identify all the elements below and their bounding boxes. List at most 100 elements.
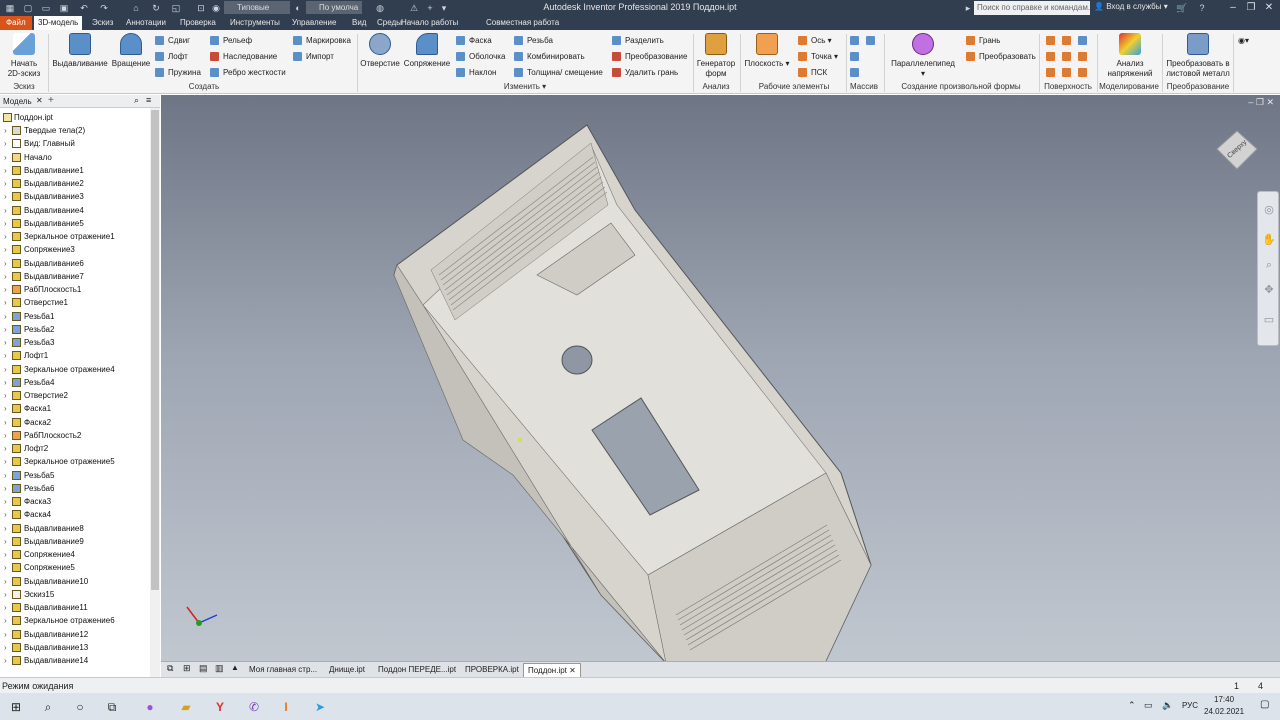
expand-arrow-icon[interactable]: › (4, 455, 7, 468)
tab-collaborate[interactable]: Совместная работа (482, 16, 563, 30)
panel-label-modify[interactable]: Изменить ▾ (360, 81, 690, 93)
surface-tool-8[interactable] (1062, 67, 1072, 79)
surface-tool-9[interactable] (1078, 67, 1088, 79)
rib-button[interactable]: Ребро жесткости (210, 67, 286, 79)
network-icon[interactable]: ▭ (1144, 700, 1153, 711)
clock-time[interactable]: 17:40 (1214, 695, 1234, 704)
cascade-icon[interactable]: ▤ (199, 663, 208, 674)
expand-arrow-icon[interactable]: › (4, 204, 7, 217)
expand-arrow-icon[interactable]: › (4, 654, 7, 667)
tile-vertical-icon[interactable]: ⧉ (167, 663, 173, 674)
expand-arrow-icon[interactable]: › (4, 363, 7, 376)
expand-arrow-icon[interactable]: › (4, 151, 7, 164)
tab-file[interactable]: Файл (0, 16, 32, 30)
close-icon[interactable]: ✕ (1262, 1, 1276, 15)
axis-button[interactable]: Ось ▾ (798, 35, 832, 47)
telegram-icon[interactable]: ➤ (310, 697, 330, 717)
notifications-icon[interactable]: ▢ (1260, 699, 1269, 710)
cart-icon[interactable]: 🛒 (1176, 1, 1188, 15)
viber-icon[interactable]: ✆ (244, 697, 264, 717)
sweep-button[interactable]: Сдвиг (155, 35, 190, 47)
language-indicator[interactable]: РУС (1182, 701, 1198, 710)
expand-arrow-icon[interactable]: › (4, 389, 7, 402)
menu-icon[interactable]: ≡ (146, 95, 151, 105)
search-icon[interactable]: ⌕ (38, 697, 58, 717)
graphics-viewport[interactable]: Сверху ◎ ✋ ⌕ ✥ ▭ – ❐ ✕ (161, 95, 1280, 677)
derive-button[interactable]: Наследование (210, 51, 277, 63)
expand-arrow-icon[interactable]: › (4, 137, 7, 150)
surface-tool-4[interactable] (1046, 51, 1056, 63)
expand-arrow-icon[interactable]: › (4, 495, 7, 508)
draft-button[interactable]: Наклон (456, 67, 496, 79)
help-icon[interactable]: ? (1196, 1, 1208, 15)
rect-pattern-button[interactable] (850, 35, 860, 47)
windows-start-icon[interactable]: ⊞ (6, 697, 26, 717)
convert-sheet-metal-button[interactable]: Преобразовать в листовой металл (1164, 33, 1232, 79)
tray-chevron-up-icon[interactable]: ⌃ (1128, 700, 1136, 711)
expand-arrow-icon[interactable]: › (4, 283, 7, 296)
surface-tool-5[interactable] (1062, 51, 1072, 63)
expand-arrow-icon[interactable]: › (4, 535, 7, 548)
expand-arrow-icon[interactable]: › (4, 270, 7, 283)
expand-arrow-icon[interactable]: › (4, 416, 7, 429)
expand-arrow-icon[interactable]: › (4, 588, 7, 601)
expand-arrow-icon[interactable]: › (4, 177, 7, 190)
cortana-icon[interactable]: ○ (70, 697, 90, 717)
hole-button[interactable]: Отверстие (360, 33, 400, 69)
surface-tool-2[interactable] (1062, 35, 1072, 47)
task-view-icon[interactable]: ⧉ (102, 697, 122, 717)
restore-icon[interactable]: ❐ (1244, 1, 1258, 15)
tab-annotate[interactable]: Аннотации (122, 16, 170, 30)
stress-analysis-button[interactable]: Анализ напряжений (1100, 33, 1160, 79)
clock-date[interactable]: 24.02.2021 (1204, 707, 1244, 716)
tab-view[interactable]: Вид (348, 16, 370, 30)
surface-tool-3[interactable] (1078, 35, 1088, 47)
thicken-button[interactable]: Толщина/ смещение (514, 67, 603, 79)
expand-arrow-icon[interactable]: › (4, 217, 7, 230)
emboss-button[interactable]: Рельеф (210, 35, 252, 47)
help-search-input[interactable]: Поиск по справке и командам... (974, 1, 1090, 15)
expand-arrow-icon[interactable]: › (4, 429, 7, 442)
tab-3d-model[interactable]: 3D-модель (34, 16, 83, 30)
thread-button[interactable]: Резьба (514, 35, 553, 47)
expand-arrow-icon[interactable]: › (4, 548, 7, 561)
expand-arrow-icon[interactable]: › (4, 230, 7, 243)
expand-arrow-icon[interactable]: › (4, 469, 7, 482)
browser-tab-model[interactable]: Модель (3, 97, 32, 106)
ribbon-options-button[interactable]: ◉▾ (1238, 35, 1249, 47)
chamfer-button[interactable]: Фаска (456, 35, 492, 47)
expand-arrow-icon[interactable]: › (4, 442, 7, 455)
steering-wheel-icon[interactable]: ◎ (1261, 202, 1277, 218)
app-icon-purple[interactable]: ● (140, 697, 160, 717)
surface-tool-7[interactable] (1046, 67, 1056, 79)
viewport-window-controls[interactable]: – ❐ ✕ (1248, 97, 1274, 108)
shell-button[interactable]: Оболочка (456, 51, 505, 63)
tab-manage[interactable]: Управление (288, 16, 340, 30)
zoom-icon[interactable]: ⌕ (1261, 257, 1277, 273)
tree-scrollbar-thumb[interactable] (151, 110, 159, 590)
close-icon[interactable]: ✕ (36, 96, 43, 105)
chevron-up-icon[interactable]: ▲ (231, 663, 239, 672)
add-tab-icon[interactable]: + (48, 95, 54, 106)
combine-button[interactable]: Комбинировать (514, 51, 585, 63)
expand-arrow-icon[interactable]: › (4, 349, 7, 362)
search-icon[interactable]: ⌕ (134, 95, 139, 106)
fillet-button[interactable]: Сопряжение (402, 33, 452, 69)
orbit-icon[interactable]: ✥ (1261, 282, 1277, 298)
tab-inspect[interactable]: Проверка (176, 16, 220, 30)
loft-button[interactable]: Лофт (155, 51, 188, 63)
doc-tab-active[interactable]: Поддон.ipt ✕ (523, 663, 581, 677)
face-button[interactable]: Грань (966, 35, 1000, 47)
doc-tab[interactable]: ПРОВЕРКА.ipt (461, 663, 523, 677)
import-button[interactable]: Импорт (293, 51, 334, 63)
expand-arrow-icon[interactable]: › (4, 482, 7, 495)
viewcube[interactable]: Сверху (1213, 125, 1261, 173)
expand-arrow-icon[interactable]: › (4, 641, 7, 654)
extrude-button[interactable]: Выдавливание (52, 33, 108, 69)
expand-arrow-icon[interactable]: › (4, 310, 7, 323)
look-at-icon[interactable]: ▭ (1261, 312, 1277, 328)
doc-tab[interactable]: Днище.ipt (325, 663, 369, 677)
tab-get-started[interactable]: Начало работы (397, 16, 462, 30)
signin-button[interactable]: 👤 Вход в службы ▾ (1094, 2, 1168, 11)
expand-arrow-icon[interactable]: › (4, 376, 7, 389)
